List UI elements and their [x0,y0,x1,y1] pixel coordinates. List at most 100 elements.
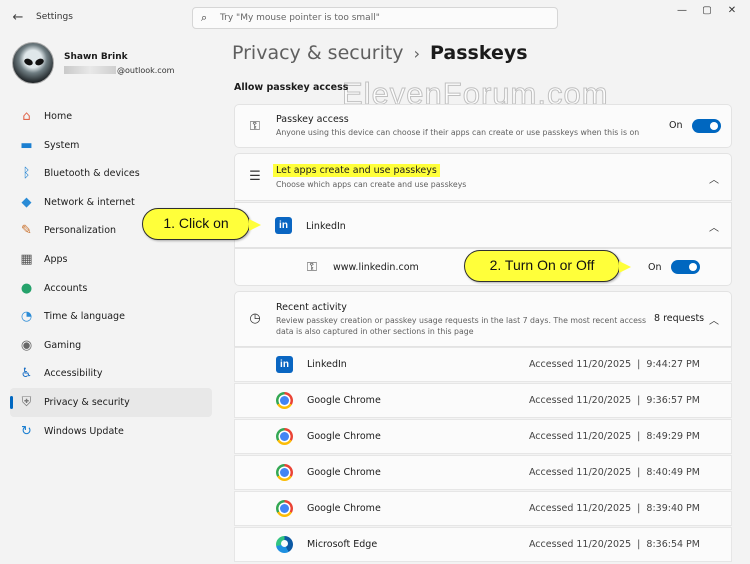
app-title: Settings [36,12,73,22]
linkedin-toggle[interactable] [671,260,700,274]
linkedin-state: On [648,262,662,273]
sidebar-item-label: Apps [44,253,68,265]
search-input[interactable]: Try "My mouse pointer is too small" [220,13,380,23]
chrome-icon [276,464,293,481]
callout-step-1: 1. Click on [142,208,250,240]
sidebar-item-label: Gaming [44,339,82,351]
monitor-icon: ▬ [20,137,33,153]
accessibility-icon: ♿ [20,366,33,382]
controller-icon: ◉ [20,337,33,353]
chrome-icon [276,392,293,409]
home-icon: ⌂ [22,109,31,124]
sidebar-item-label: Windows Update [44,425,124,437]
passkey-access-card: ⚿ Passkey access Anyone using this devic… [234,104,732,148]
linkedin-app-row[interactable]: in LinkedIn ︿ [234,202,732,248]
passkey-access-title: Passkey access [276,114,349,125]
callout-arrow-icon [249,219,261,231]
activity-app-name: Google Chrome [307,431,381,442]
breadcrumb: Privacy & security › Passkeys [232,42,528,64]
chrome-icon [276,428,293,445]
chrome-icon [276,500,293,517]
minimize-icon[interactable]: — [672,4,692,18]
sidebar-item-label: Personalization [44,225,117,237]
activity-app-name: Microsoft Edge [307,539,378,550]
sidebar-item-bluetooth-devices[interactable]: ᛒ Bluetooth & devices [10,159,212,188]
sidebar-item-accounts[interactable]: ● Accounts [10,274,212,303]
sidebar-item-time-language[interactable]: ◔ Time & language [10,302,212,331]
recent-activity-header[interactable]: ◷ Recent activity Review passkey creatio… [234,291,732,347]
sidebar-item-apps[interactable]: ▦ Apps [10,245,212,274]
linkedin-icon: in [276,356,293,373]
update-icon: ↻ [21,423,32,439]
sidebar-item-label: Accounts [44,282,88,294]
shield-icon: ⛨ [21,394,32,410]
linkedin-app-name: LinkedIn [306,221,346,232]
chevron-up-icon[interactable]: ︿ [709,219,719,234]
maximize-icon[interactable]: ▢ [697,4,717,18]
avatar[interactable] [12,42,54,84]
sidebar-item-label: System [44,139,80,151]
sidebar-item-label: Bluetooth & devices [44,168,140,180]
breadcrumb-parent[interactable]: Privacy & security [232,42,404,64]
activity-time: Accessed 11/20/2025 | 8:49:29 PM [528,431,700,442]
profile-email: @outlook.com [64,66,174,75]
apps-section-title: Let apps create and use passkeys [273,164,440,177]
activity-time: Accessed 11/20/2025 | 9:44:27 PM [528,359,700,370]
activity-time: Accessed 11/20/2025 | 8:40:49 PM [528,467,700,478]
sidebar-item-label: Network & internet [44,196,135,208]
title-bar: ← Settings ⌕ Try "My mouse pointer is to… [0,0,750,36]
sidebar-item-home[interactable]: ⌂ Home [10,102,212,131]
sidebar-item-label: Home [44,111,73,122]
chevron-up-icon[interactable]: ︿ [709,171,719,186]
activity-time: Accessed 11/20/2025 | 9:36:57 PM [528,395,700,406]
sidebar-item-label: Time & language [44,311,125,323]
activity-app-name: Google Chrome [307,467,381,478]
request-count: 8 requests [654,313,705,324]
activity-row: Google Chrome Accessed 11/20/2025 | 8:49:… [234,419,732,454]
page-title: Passkeys [429,42,528,64]
search-icon: ⌕ [201,11,208,24]
linkedin-site: www.linkedin.com [333,262,419,273]
chevron-right-icon: › [413,44,420,63]
chevron-up-icon[interactable]: ︿ [709,312,719,327]
recent-activity-title: Recent activity [276,302,347,313]
passkey-icon: ⚿ [307,260,317,275]
search-box[interactable]: ⌕ Try "My mouse pointer is too small" [192,7,558,29]
sidebar-item-windows-update[interactable]: ↻ Windows Update [10,417,212,446]
back-arrow-icon[interactable]: ← [8,9,28,27]
bluetooth-icon: ᛒ [22,166,31,182]
profile-name: Shawn Brink [64,52,128,62]
activity-time: Accessed 11/20/2025 | 8:36:54 PM [528,539,700,550]
close-icon[interactable]: ✕ [722,4,742,18]
history-icon: ◷ [249,311,261,326]
passkey-access-state: On [669,120,683,131]
person-icon: ● [20,280,33,296]
email-redaction [64,66,116,74]
globe-clock-icon: ◔ [20,309,33,325]
sidebar-item-label: Privacy & security [44,396,130,408]
linkedin-icon: in [275,217,292,234]
sidebar-item-system[interactable]: ▬ System [10,131,212,160]
activity-app-name: Google Chrome [307,503,381,514]
apps-section-header[interactable]: ☰ Let apps create and use passkeys Choos… [234,153,732,201]
sidebar-item-gaming[interactable]: ◉ Gaming [10,331,212,360]
edge-icon [276,536,293,553]
activity-app-name: Google Chrome [307,395,381,406]
callout-arrow-icon [619,261,631,273]
activity-time: Accessed 11/20/2025 | 8:39:40 PM [528,503,700,514]
sidebar-item-accessibility[interactable]: ♿ Accessibility [10,359,212,388]
recent-activity-desc-2: data is also captured in other sections … [276,327,474,336]
activity-row: Google Chrome Accessed 11/20/2025 | 8:40:… [234,455,732,490]
sidebar-item-privacy-security[interactable]: ⛨ Privacy & security [10,387,212,417]
section-label: Allow passkey access [234,82,349,93]
passkey-access-toggle[interactable] [692,119,721,133]
activity-app-name: LinkedIn [307,359,347,370]
passkey-icon: ⚿ [250,119,260,134]
list-icon: ☰ [249,169,261,184]
apps-section-desc: Choose which apps can create and use pas… [276,180,467,189]
apps-icon: ▦ [20,251,33,267]
recent-activity-desc-1: Review passkey creation or passkey usage… [276,316,647,325]
brush-icon: ✎ [21,223,32,239]
passkey-access-desc: Anyone using this device can choose if t… [276,128,640,137]
wifi-icon: ◆ [21,194,32,210]
